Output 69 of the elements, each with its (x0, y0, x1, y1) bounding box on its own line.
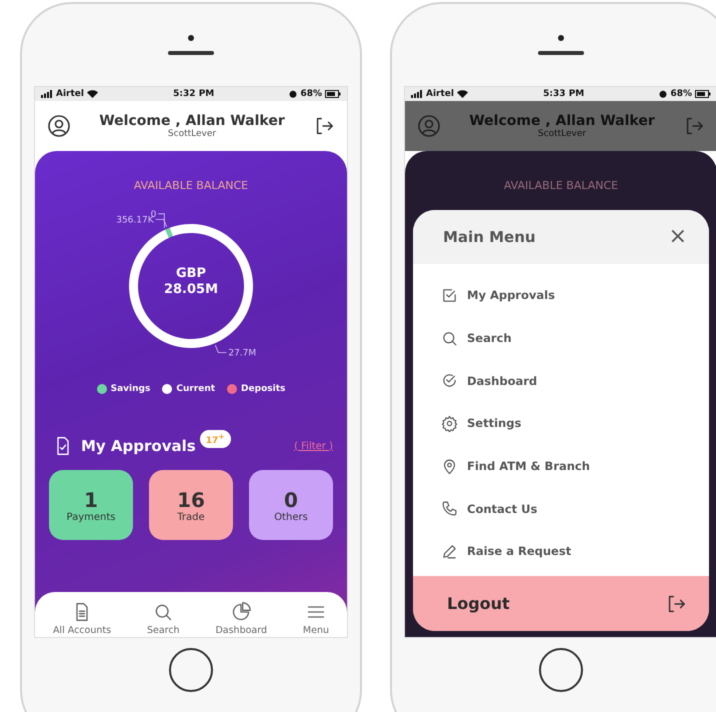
speaker-slot (538, 51, 584, 55)
welcome-title: Welcome , Allan Walker (469, 113, 655, 129)
wifi-icon (86, 90, 98, 98)
welcome-title: Welcome , Allan Walker (99, 113, 285, 129)
tile-count: 16 (177, 488, 205, 512)
home-button[interactable] (169, 648, 213, 692)
navigation-link[interactable]: Contact Us (441, 487, 709, 530)
carrier-label: Airtel (426, 89, 454, 99)
carrier-label: Airtel (56, 89, 84, 99)
approval-tile[interactable]: 1 Payments (49, 470, 133, 540)
nav-item[interactable]: Search (146, 602, 180, 636)
battery-icon (694, 90, 711, 98)
checkbox-icon (441, 286, 458, 304)
user-avatar-icon (47, 114, 71, 138)
nav-item[interactable]: Dashboard (215, 602, 268, 636)
approval-tile[interactable]: 0 Others (249, 470, 333, 540)
legend-label: Savings (110, 384, 150, 394)
logout-button[interactable]: Logout (413, 576, 709, 631)
wifi-icon (456, 90, 468, 98)
navigation-link[interactable]: Dashboard (441, 359, 709, 402)
balance-title: AVAILABLE BALANCE (134, 179, 248, 192)
navigation-link[interactable]: Search (441, 316, 709, 360)
camera-dot (558, 35, 564, 41)
battery-percent: 68% (300, 89, 322, 99)
location-pin-icon (441, 458, 458, 475)
navigation-link[interactable]: Settings (441, 402, 709, 445)
tile-label: Trade (177, 512, 205, 522)
balance-amount: 28.05M (164, 282, 218, 298)
approvals-title: My Approvals (81, 437, 196, 455)
battery-percent: 68% (670, 89, 692, 99)
navigation-link[interactable]: Raise a Request (441, 530, 709, 573)
menu-title: Main Menu (443, 228, 536, 246)
clock-time: 5:32 PM (173, 89, 214, 99)
company-name: ScottLever (168, 129, 216, 139)
leader-line (214, 344, 227, 353)
currency-label: GBP (176, 266, 206, 282)
home-button[interactable] (539, 648, 583, 692)
tile-count: 0 (284, 488, 298, 512)
pencil-icon (441, 542, 458, 560)
nav-item[interactable]: Menu (302, 602, 329, 636)
navigation-link[interactable]: Find ATM & Branch (441, 444, 709, 488)
data-label: 27.7M (228, 348, 256, 359)
search-icon (441, 330, 458, 347)
legend-label: Current (176, 384, 216, 394)
approval-tile[interactable]: 16 Trade (149, 470, 233, 540)
signal-icon (41, 90, 53, 98)
nav-item[interactable]: All Accounts (52, 602, 112, 636)
settings-icon (441, 414, 458, 432)
count-badge: 17$^{+}$ (200, 430, 231, 448)
check-circle-icon (441, 372, 458, 390)
signal-icon (411, 90, 423, 98)
phone-icon (441, 500, 458, 518)
tile-count: 1 (84, 488, 98, 512)
search-icon (153, 602, 174, 622)
tile-label: Payments (66, 512, 116, 522)
clock-time: 5:33 PM (543, 89, 584, 99)
close-button[interactable]: × (668, 226, 687, 248)
battery-icon (324, 90, 341, 98)
alarm-icon (289, 90, 298, 98)
pie-chart-icon (231, 602, 252, 622)
balance-title: AVAILABLE BALANCE (504, 179, 618, 192)
user-avatar-icon (417, 114, 441, 138)
alarm-icon (659, 90, 668, 98)
navigation-link[interactable]: My Approvals (441, 274, 709, 317)
legend-label: Deposits (241, 384, 286, 394)
speaker-slot (168, 51, 214, 55)
camera-dot (188, 35, 194, 41)
company-name: ScottLever (538, 129, 586, 139)
tile-label: Others (274, 512, 308, 522)
